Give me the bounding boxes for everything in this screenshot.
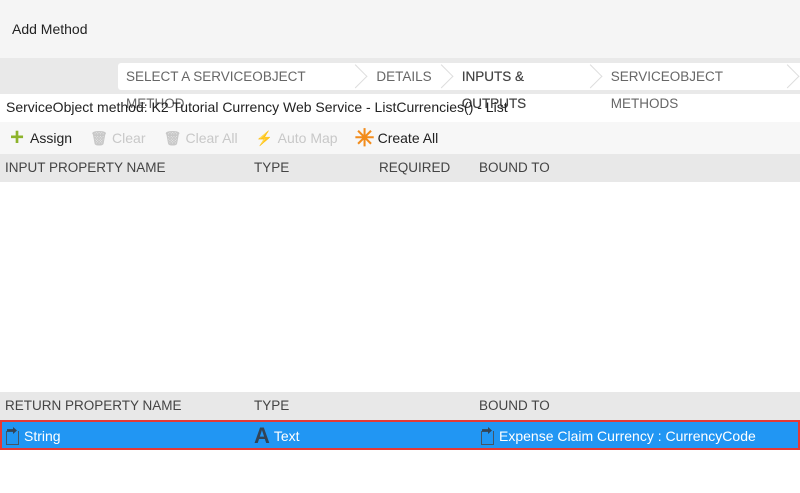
assign-button[interactable]: + Assign [8, 124, 72, 151]
plus-icon: + [9, 124, 24, 151]
col-required[interactable]: REQUIRED [379, 160, 450, 175]
auto-map-button[interactable]: ⚡ Auto Map [256, 129, 338, 147]
property-icon [4, 427, 20, 445]
table-row[interactable]: String A Text Expense Claim Currency : Cu… [0, 420, 800, 450]
step-inputs-outputs[interactable]: INPUTS & OUTPUTS [454, 63, 603, 111]
property-name: String [24, 428, 61, 444]
input-table-header: INPUT PROPERTY NAME TYPE REQUIRED BOUND … [0, 154, 800, 182]
bound-to: Expense Claim Currency : CurrencyCode [499, 428, 756, 444]
trash-icon: 🗑 [90, 129, 108, 146]
clear-all-button[interactable]: 🗑 Clear All [164, 129, 238, 147]
col-type[interactable]: TYPE [254, 160, 289, 175]
text-type-icon: A [254, 423, 270, 448]
step-select-method[interactable]: SELECT A SERVICEOBJECT METHOD [118, 63, 368, 111]
create-all-button[interactable]: ✳ Create All [354, 124, 439, 152]
clear-button[interactable]: 🗑 Clear [90, 129, 145, 147]
col-type[interactable]: TYPE [254, 398, 289, 413]
col-return-property-name[interactable]: RETURN PROPERTY NAME [5, 398, 182, 413]
col-bound-to[interactable]: BOUND TO [479, 160, 550, 175]
trash-x-icon: 🗑 [163, 129, 182, 146]
step-details[interactable]: DETAILS [368, 63, 453, 90]
wizard-steps: SELECT A SERVICEOBJECT METHOD DETAILS IN… [0, 58, 800, 111]
property-icon [479, 427, 495, 445]
auto-map-icon: ⚡ [255, 129, 274, 146]
col-bound-to[interactable]: BOUND TO [479, 398, 550, 413]
return-table-header: RETURN PROPERTY NAME TYPE BOUND TO [0, 392, 800, 420]
method-subtitle: ServiceObject method: K2 Tutorial Curren… [6, 99, 508, 115]
property-type: Text [273, 428, 300, 444]
step-serviceobject-methods[interactable]: SERVICEOBJECT METHODS [603, 63, 800, 111]
dialog-title: Add Method [0, 0, 800, 58]
asterisk-icon: ✳ [354, 124, 375, 152]
toolbar: + Assign 🗑 Clear 🗑 Clear All ⚡ Auto Map ✳ Cre… [0, 122, 800, 154]
col-input-property-name[interactable]: INPUT PROPERTY NAME [5, 160, 166, 175]
